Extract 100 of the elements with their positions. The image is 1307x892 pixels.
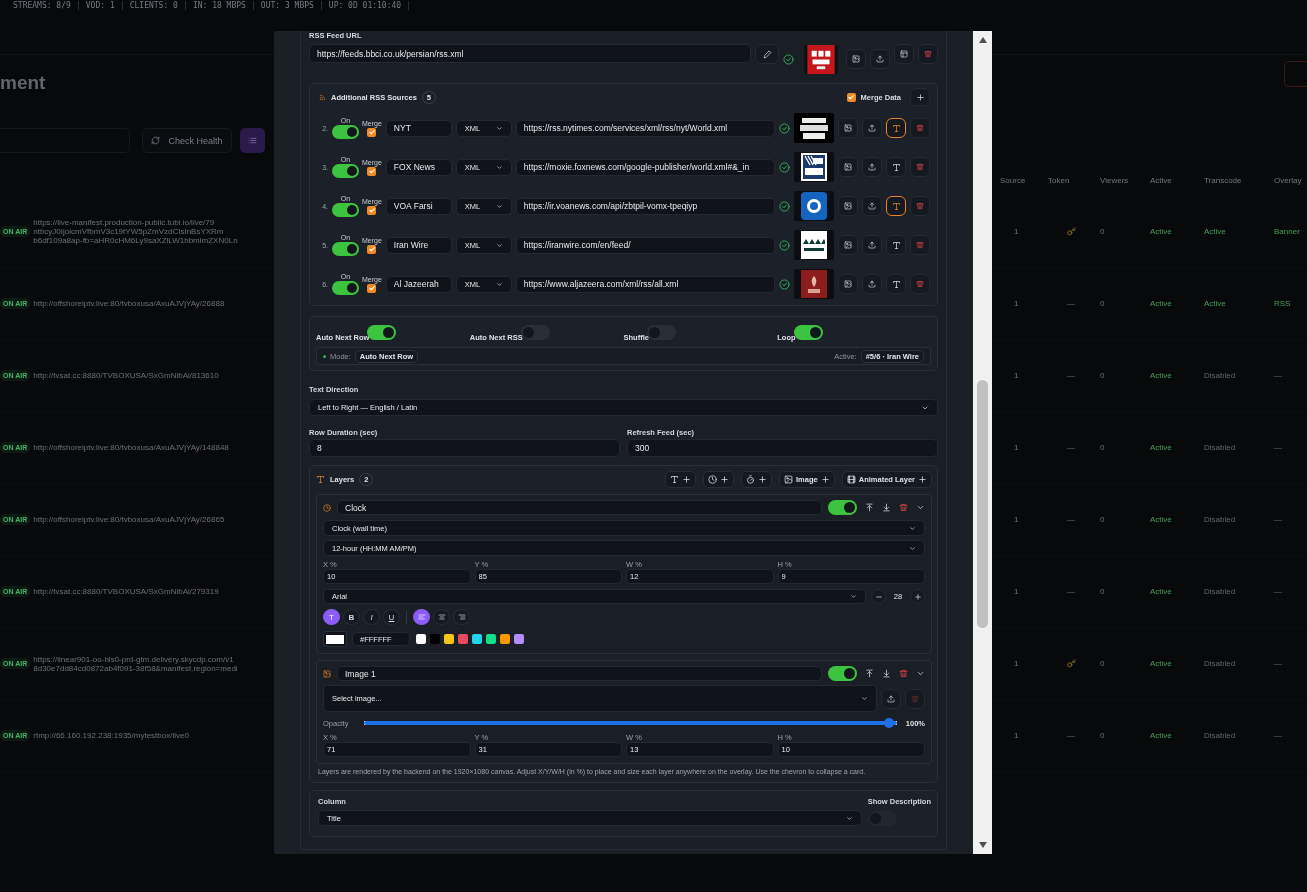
image-icon (784, 474, 794, 484)
slider-thumb[interactable] (884, 718, 894, 728)
check-health-button[interactable]: Check Health (142, 128, 232, 153)
image-icon (844, 124, 852, 132)
plus-icon (915, 92, 925, 102)
align-button[interactable] (413, 609, 430, 625)
table-cell-text: Disabled (1203, 731, 1237, 740)
text-button[interactable] (886, 235, 906, 255)
color-swatch[interactable] (514, 634, 524, 644)
text-button[interactable] (886, 196, 906, 216)
trash-icon[interactable] (899, 503, 908, 512)
add-layer-button[interactable] (741, 470, 773, 488)
edit-button[interactable] (755, 44, 779, 64)
status-stat: UP: 0D 01:10:40 (321, 1, 410, 10)
move-top-icon[interactable] (865, 669, 874, 678)
image-button[interactable] (846, 49, 866, 69)
column-header[interactable]: Transcode (1198, 175, 1268, 185)
url-field[interactable]: https://moxie.foxnews.com/google-publisher/world.xml#&_in (515, 158, 775, 176)
color-swatch[interactable] (458, 634, 468, 644)
layer-name-field[interactable]: Clock (337, 500, 822, 515)
align-right-icon (457, 613, 466, 621)
image-button[interactable] (838, 118, 858, 138)
checkbox[interactable] (846, 92, 856, 102)
color-swatch[interactable] (416, 634, 426, 644)
url-field[interactable]: https://ir.voanews.com/api/zbtpil-vomx-tpeqiyp (515, 197, 775, 215)
text-button[interactable] (886, 157, 906, 177)
url-field[interactable]: https://feeds.bbci.co.uk/persian/rss.xml (309, 44, 751, 63)
url-field[interactable]: https://iranwire.com/en/feed/ (515, 236, 775, 254)
layer-name-field[interactable]: Image 1 (337, 666, 822, 681)
color-swatch[interactable] (323, 631, 347, 647)
column-header[interactable]: Active (1144, 175, 1198, 185)
checkbox[interactable] (367, 127, 377, 137)
column-header[interactable]: Source (994, 175, 1042, 185)
move-top-icon[interactable] (865, 503, 874, 512)
table-cell: — (1067, 443, 1075, 452)
toggle-switch[interactable] (828, 500, 857, 515)
format-button[interactable]: T (323, 609, 340, 625)
image-button[interactable] (838, 235, 858, 255)
add-button[interactable] (910, 88, 930, 106)
list-button[interactable] (240, 128, 265, 153)
color-swatch[interactable] (486, 634, 496, 644)
toggle-switch[interactable] (367, 325, 397, 340)
move-bottom-icon[interactable] (882, 503, 891, 512)
url-field[interactable]: https://www.aljazeera.com/xml/rss/all.xml (515, 275, 775, 293)
color-swatch[interactable] (472, 634, 482, 644)
checkbox[interactable] (367, 283, 377, 293)
checkbox[interactable] (367, 205, 377, 215)
name-field[interactable]: Al Jazeerah (385, 275, 452, 293)
toggle-switch[interactable] (332, 203, 359, 217)
name-field[interactable]: Iran Wire (385, 236, 452, 254)
upload-button[interactable] (881, 688, 901, 709)
toggle-switch[interactable] (332, 242, 359, 256)
toggle-switch[interactable] (332, 281, 359, 295)
trash-icon[interactable] (899, 669, 908, 678)
text-button[interactable] (886, 118, 906, 138)
chevron-down-icon[interactable] (916, 503, 925, 512)
add-layer-button[interactable] (665, 470, 697, 488)
table-cell-text: Active (1203, 299, 1227, 308)
image-button[interactable] (838, 196, 858, 216)
table-cell-text: Active (1149, 371, 1173, 380)
column-header[interactable]: Viewers (1094, 175, 1144, 185)
add-layer-button[interactable] (703, 470, 735, 488)
color-swatch[interactable] (430, 634, 440, 644)
upload-button[interactable] (870, 49, 890, 69)
column-header[interactable]: Token (1042, 175, 1094, 185)
layout-button[interactable] (894, 44, 914, 64)
toggle-switch[interactable] (332, 164, 359, 178)
key-icon (1066, 659, 1076, 668)
image-button[interactable] (838, 274, 858, 294)
text-button[interactable] (886, 274, 906, 294)
move-bottom-icon[interactable] (882, 669, 891, 678)
upload-icon (868, 124, 876, 132)
checkbox[interactable] (367, 166, 377, 176)
chevron-down-icon[interactable] (916, 669, 925, 678)
name-field[interactable]: NYT (385, 119, 452, 137)
format-button[interactable]: U (383, 609, 400, 625)
format-button[interactable]: B (343, 609, 360, 625)
image-icon (852, 55, 860, 63)
image-button[interactable] (838, 157, 858, 177)
increase-button[interactable] (910, 589, 925, 604)
color-swatch[interactable] (444, 634, 454, 644)
color-swatch[interactable] (500, 634, 510, 644)
checkbox[interactable] (367, 244, 377, 254)
stream-url: http://offshoreiptv.live:80/tvboxusa/AxuAJVjYAy/148848 (33, 443, 229, 452)
trash-icon (916, 163, 924, 171)
table-cell-text: 0 (1099, 227, 1106, 236)
align-center-icon (437, 613, 446, 621)
name-field[interactable]: FOX News (385, 158, 452, 176)
scrollbar[interactable] (973, 31, 992, 854)
format-button[interactable]: I (363, 609, 380, 625)
table-cell-text: 0 (1099, 587, 1106, 596)
column-header[interactable]: Overlay (1268, 175, 1307, 185)
toggle-switch[interactable] (828, 666, 857, 681)
number-field[interactable]: 8 (309, 439, 620, 457)
decrease-button[interactable] (871, 589, 886, 604)
name-field[interactable]: VOA Farsi (385, 197, 452, 215)
url-field[interactable]: https://rss.nytimes.com/services/xml/rss/nyt/World.xml (515, 119, 775, 137)
toggle-switch[interactable] (332, 125, 359, 139)
number-field[interactable]: 300 (627, 439, 938, 457)
table-cell-text: — (1273, 731, 1283, 740)
